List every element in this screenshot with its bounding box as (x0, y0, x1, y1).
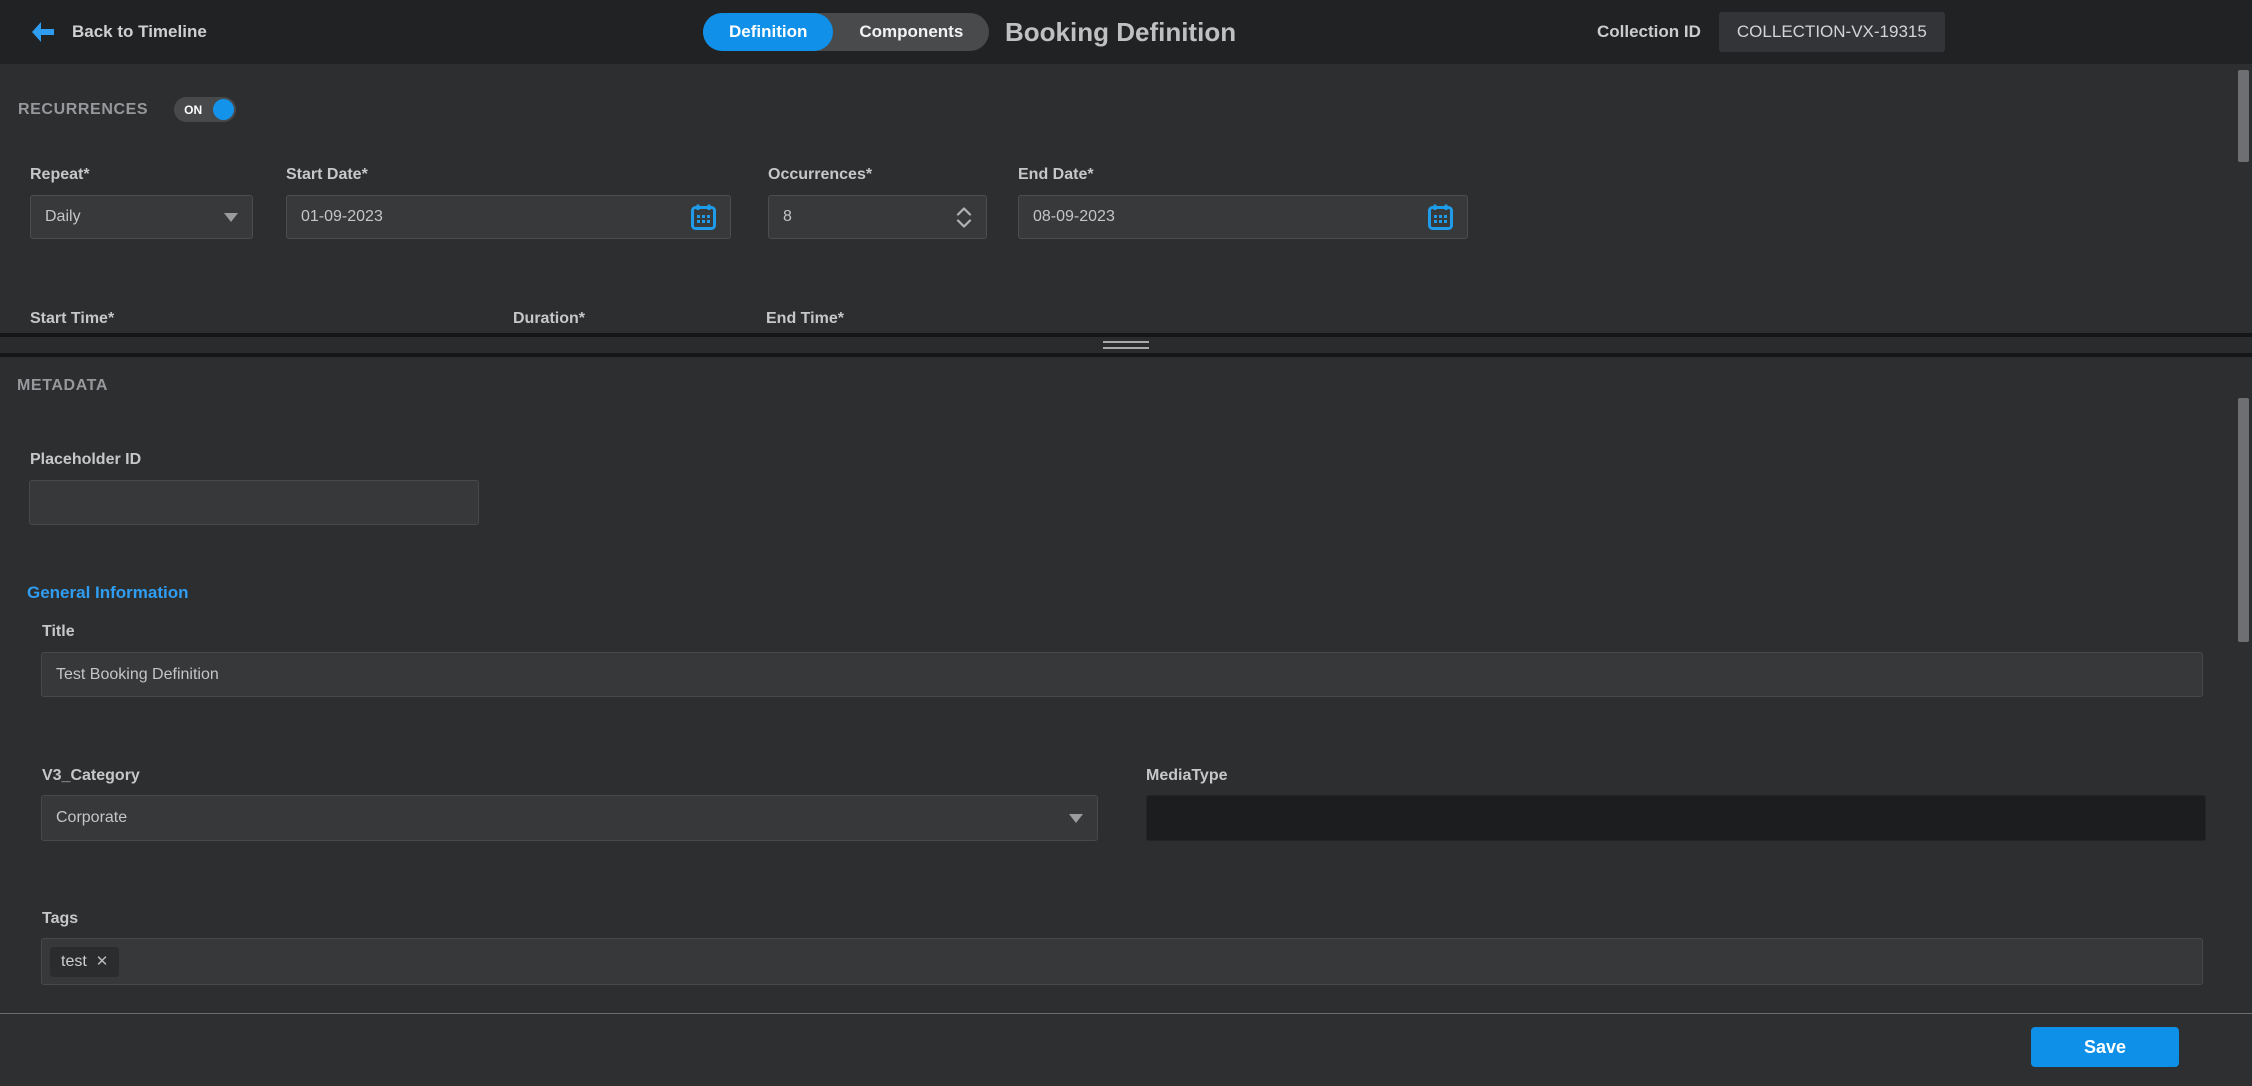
occurrences-input[interactable]: 8 (768, 195, 987, 239)
repeat-value: Daily (45, 208, 224, 226)
metadata-pane: METADATA Placeholder ID General Informat… (0, 357, 2252, 1013)
calendar-icon[interactable] (1428, 204, 1453, 231)
stepper-up-icon (956, 207, 972, 216)
tab-components[interactable]: Components (833, 13, 989, 51)
bottom-pane-scrollbar-thumb[interactable] (2238, 398, 2249, 642)
duration-label: Duration* (513, 310, 585, 328)
occurrences-stepper[interactable] (956, 207, 972, 228)
start-time-label: Start Time* (30, 310, 114, 328)
chevron-down-icon (1069, 814, 1083, 823)
booking-definition-app: Back to Timeline Definition Components B… (0, 0, 2252, 1086)
toggle-on-label: ON (184, 103, 202, 117)
pane-splitter[interactable] (0, 333, 2252, 357)
end-date-label: End Date* (1018, 166, 1468, 184)
end-date-input[interactable]: 08-09-2023 (1018, 195, 1468, 239)
title-label: Title (42, 623, 75, 641)
end-date-value: 08-09-2023 (1033, 208, 1428, 226)
tag-chip-text: test (61, 953, 87, 971)
start-date-input[interactable]: 01-09-2023 (286, 195, 731, 239)
recurrences-pane: RECURRENCES ON Repeat* Daily Start Date*… (0, 64, 2252, 333)
tag-remove-icon[interactable]: ✕ (96, 954, 109, 969)
view-tab-group: Definition Components (703, 13, 989, 51)
collection-id-label: Collection ID (1597, 22, 1701, 42)
calendar-icon[interactable] (691, 204, 716, 231)
occurrences-label: Occurrences* (768, 166, 987, 184)
save-button[interactable]: Save (2031, 1027, 2179, 1067)
stepper-down-icon (956, 219, 972, 228)
splitter-handle-icon[interactable] (1103, 341, 1149, 349)
media-type-label: MediaType (1146, 767, 1228, 785)
tags-input[interactable]: test ✕ (41, 938, 2203, 985)
start-date-label: Start Date* (286, 166, 731, 184)
back-arrow-icon (30, 21, 56, 43)
tags-label: Tags (42, 910, 78, 928)
v3-category-select[interactable]: Corporate (41, 795, 1098, 841)
tab-definition[interactable]: Definition (703, 13, 833, 51)
recurrences-section-heading: RECURRENCES (18, 101, 148, 119)
collection-id-group: Collection ID COLLECTION-VX-19315 (1597, 0, 1945, 64)
back-label: Back to Timeline (72, 22, 207, 42)
repeat-select[interactable]: Daily (30, 195, 253, 239)
top-bar: Back to Timeline Definition Components B… (0, 0, 2252, 64)
v3-category-label: V3_Category (42, 767, 140, 785)
page-title: Booking Definition (1005, 0, 1236, 64)
end-time-label: End Time* (766, 310, 844, 328)
repeat-label: Repeat* (30, 166, 253, 184)
placeholder-id-input[interactable] (29, 480, 479, 525)
recurrences-toggle[interactable]: ON (174, 97, 236, 122)
media-type-input[interactable] (1146, 795, 2206, 841)
collection-id-value: COLLECTION-VX-19315 (1719, 12, 1945, 52)
footer-bar: Save (0, 1013, 2252, 1086)
tag-chip: test ✕ (50, 947, 119, 977)
top-pane-scrollbar-thumb[interactable] (2238, 70, 2249, 162)
toggle-knob (213, 99, 234, 120)
start-date-value: 01-09-2023 (301, 208, 691, 226)
occurrences-value: 8 (783, 208, 956, 226)
v3-category-value: Corporate (56, 809, 1069, 827)
general-information-heading[interactable]: General Information (27, 583, 189, 603)
back-to-timeline-button[interactable]: Back to Timeline (30, 0, 207, 64)
placeholder-id-label: Placeholder ID (30, 451, 141, 469)
title-input[interactable] (41, 652, 2203, 697)
chevron-down-icon (224, 213, 238, 222)
metadata-section-heading: METADATA (17, 377, 108, 395)
